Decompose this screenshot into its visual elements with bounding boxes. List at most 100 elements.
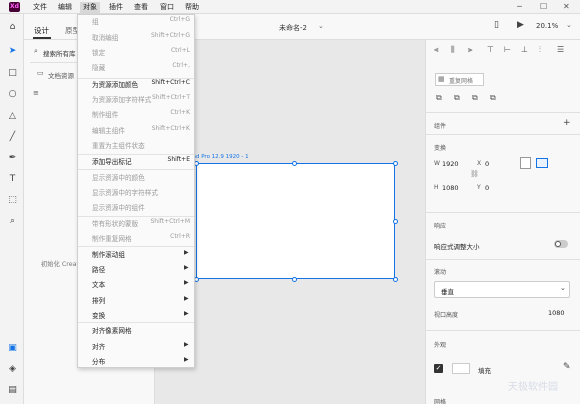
divider xyxy=(426,330,580,331)
lock-aspect-icon[interactable]: ⛓ xyxy=(470,170,479,178)
landscape-icon[interactable] xyxy=(536,158,548,168)
boolean-intersect-icon[interactable]: ⧉ xyxy=(472,93,478,103)
artboard[interactable] xyxy=(196,163,395,279)
resize-handle[interactable] xyxy=(393,219,398,224)
divider xyxy=(426,112,580,113)
chevron-down-icon[interactable]: ⌄ xyxy=(318,22,324,30)
document-title[interactable]: 未命名-2 xyxy=(279,23,307,33)
fill-checkbox[interactable]: ✓ xyxy=(434,364,443,373)
menu-item[interactable]: 分布 xyxy=(92,356,105,366)
resize-handle[interactable] xyxy=(393,161,398,166)
menu-item[interactable]: 取消编组 xyxy=(92,32,118,42)
menu-edit[interactable]: 编辑 xyxy=(55,2,75,13)
minimize-icon[interactable]: ─ xyxy=(517,2,522,11)
maximize-icon[interactable]: ☐ xyxy=(540,2,547,11)
menu-item[interactable]: 锁定 xyxy=(92,47,105,57)
polygon-tool-icon[interactable]: △ xyxy=(6,110,19,123)
menu-item[interactable]: 为资源添加颜色 xyxy=(92,79,138,89)
menu-item-shortcut: Shift+Ctrl+G xyxy=(150,32,190,39)
artboard-label[interactable]: iPad Pro 12.9 1920 - 1 xyxy=(188,154,249,160)
device-preview-icon[interactable]: ▯ xyxy=(494,20,499,30)
menu-item[interactable]: 制作组件 xyxy=(92,109,118,119)
fill-label: 填充 xyxy=(478,367,491,375)
scroll-select[interactable] xyxy=(434,281,570,298)
menu-item[interactable]: 添加导出标记 xyxy=(92,156,132,166)
menu-item[interactable]: 文本 xyxy=(92,279,105,289)
menu-item[interactable]: 变换 xyxy=(92,310,105,320)
home-icon[interactable]: ⌂ xyxy=(6,21,19,34)
select-tool-icon[interactable]: ➤ xyxy=(6,45,19,58)
menu-item[interactable]: 带有形状的蒙版 xyxy=(92,218,138,228)
menu-object[interactable]: 对象 xyxy=(80,2,100,13)
menu-item[interactable]: 隐藏 xyxy=(92,62,105,72)
menu-item[interactable]: 路径 xyxy=(92,264,105,274)
rectangle-tool-icon[interactable]: □ xyxy=(6,67,19,80)
menu-separator xyxy=(78,246,194,247)
artboard-tool-icon[interactable]: ⬚ xyxy=(6,194,19,207)
menu-item[interactable]: 组 xyxy=(92,16,99,26)
ellipse-tool-icon[interactable]: ○ xyxy=(6,88,19,101)
add-component-icon[interactable]: + xyxy=(563,118,571,128)
search-input[interactable]: 搜索所有库 xyxy=(43,48,76,58)
play-icon[interactable]: ▶ xyxy=(517,20,524,30)
resize-handle[interactable] xyxy=(393,277,398,282)
menu-item-shortcut: Shift+E xyxy=(167,156,190,163)
zoom-tool-icon[interactable]: ⌕ xyxy=(6,215,19,228)
zoom-level[interactable]: 20.1% xyxy=(536,22,558,30)
layers-icon[interactable]: ◈ xyxy=(6,363,19,376)
menu-view[interactable]: 查看 xyxy=(131,2,151,13)
assets-icon[interactable]: ▣ xyxy=(6,342,19,355)
height-input[interactable]: 1080 xyxy=(442,184,459,192)
menu-item[interactable]: 对齐像素网格 xyxy=(92,325,132,335)
tab-design[interactable]: 设计 xyxy=(34,25,49,36)
portrait-icon[interactable] xyxy=(520,157,531,169)
menu-item[interactable]: 编辑主组件 xyxy=(92,125,125,135)
menu-item[interactable]: 制作重复网格 xyxy=(92,233,132,243)
distribute-vertical-icon[interactable]: ☰ xyxy=(557,45,564,54)
menu-separator xyxy=(78,169,194,170)
menu-window[interactable]: 窗口 xyxy=(157,2,177,13)
menu-item[interactable]: 对齐 xyxy=(92,341,105,351)
menu-item[interactable]: 显示资源中的组件 xyxy=(92,202,145,212)
height-label: H xyxy=(434,184,439,191)
align-left-icon[interactable]: ⫷ xyxy=(434,45,439,55)
y-input[interactable]: 0 xyxy=(485,184,489,192)
align-middle-icon[interactable]: ⊢ xyxy=(504,45,511,54)
fill-color-swatch[interactable] xyxy=(452,363,470,374)
distribute-horizontal-icon[interactable]: ⫶ xyxy=(539,45,541,55)
width-input[interactable]: 1920 xyxy=(442,160,459,168)
responsive-section-label: 响应 xyxy=(434,223,447,230)
resize-handle[interactable] xyxy=(292,277,297,282)
x-input[interactable]: 0 xyxy=(485,160,489,168)
width-label: W xyxy=(434,160,440,167)
align-right-icon[interactable]: ⫸ xyxy=(468,45,473,55)
align-bottom-icon[interactable]: ⊥ xyxy=(521,45,528,54)
pen-tool-icon[interactable]: ✒ xyxy=(6,152,19,165)
menu-help[interactable]: 帮助 xyxy=(182,2,202,13)
search-icon: ⌕ xyxy=(34,47,38,55)
menu-item[interactable]: 排列 xyxy=(92,295,105,305)
boolean-exclude-icon[interactable]: ⧉ xyxy=(490,93,496,103)
boolean-add-icon[interactable]: ⧉ xyxy=(436,93,442,103)
close-icon[interactable]: ✕ xyxy=(563,2,570,11)
align-center-icon[interactable]: ⫼ xyxy=(451,45,455,55)
menu-plugins[interactable]: 插件 xyxy=(106,2,126,13)
resize-handle[interactable] xyxy=(292,161,297,166)
menu-item-shortcut: Shift+Ctrl+C xyxy=(151,79,190,86)
eyedropper-icon[interactable]: ✎ xyxy=(563,362,571,372)
menu-item[interactable]: 重置为主组件状态 xyxy=(92,140,145,150)
text-tool-icon[interactable]: T xyxy=(6,173,19,186)
menu-item[interactable]: 显示资源中的颜色 xyxy=(92,172,145,182)
doc-assets-label[interactable]: 文档资源 xyxy=(48,70,74,80)
align-top-icon[interactable]: ⊤ xyxy=(487,45,494,54)
line-tool-icon[interactable]: ╱ xyxy=(6,131,19,144)
y-label: Y xyxy=(477,184,481,191)
boolean-subtract-icon[interactable]: ⧉ xyxy=(454,93,460,103)
viewport-height-input[interactable]: 1080 xyxy=(548,309,565,317)
zoom-chevron-icon[interactable]: ⌄ xyxy=(566,21,572,29)
menu-item[interactable]: 制作滚动组 xyxy=(92,249,125,259)
plugins-icon[interactable]: ▤ xyxy=(6,384,19,397)
menu-item[interactable]: 显示资源中的字符样式 xyxy=(92,187,158,197)
list-view-icon[interactable]: ≡ xyxy=(33,89,39,97)
menu-file[interactable]: 文件 xyxy=(30,2,50,13)
